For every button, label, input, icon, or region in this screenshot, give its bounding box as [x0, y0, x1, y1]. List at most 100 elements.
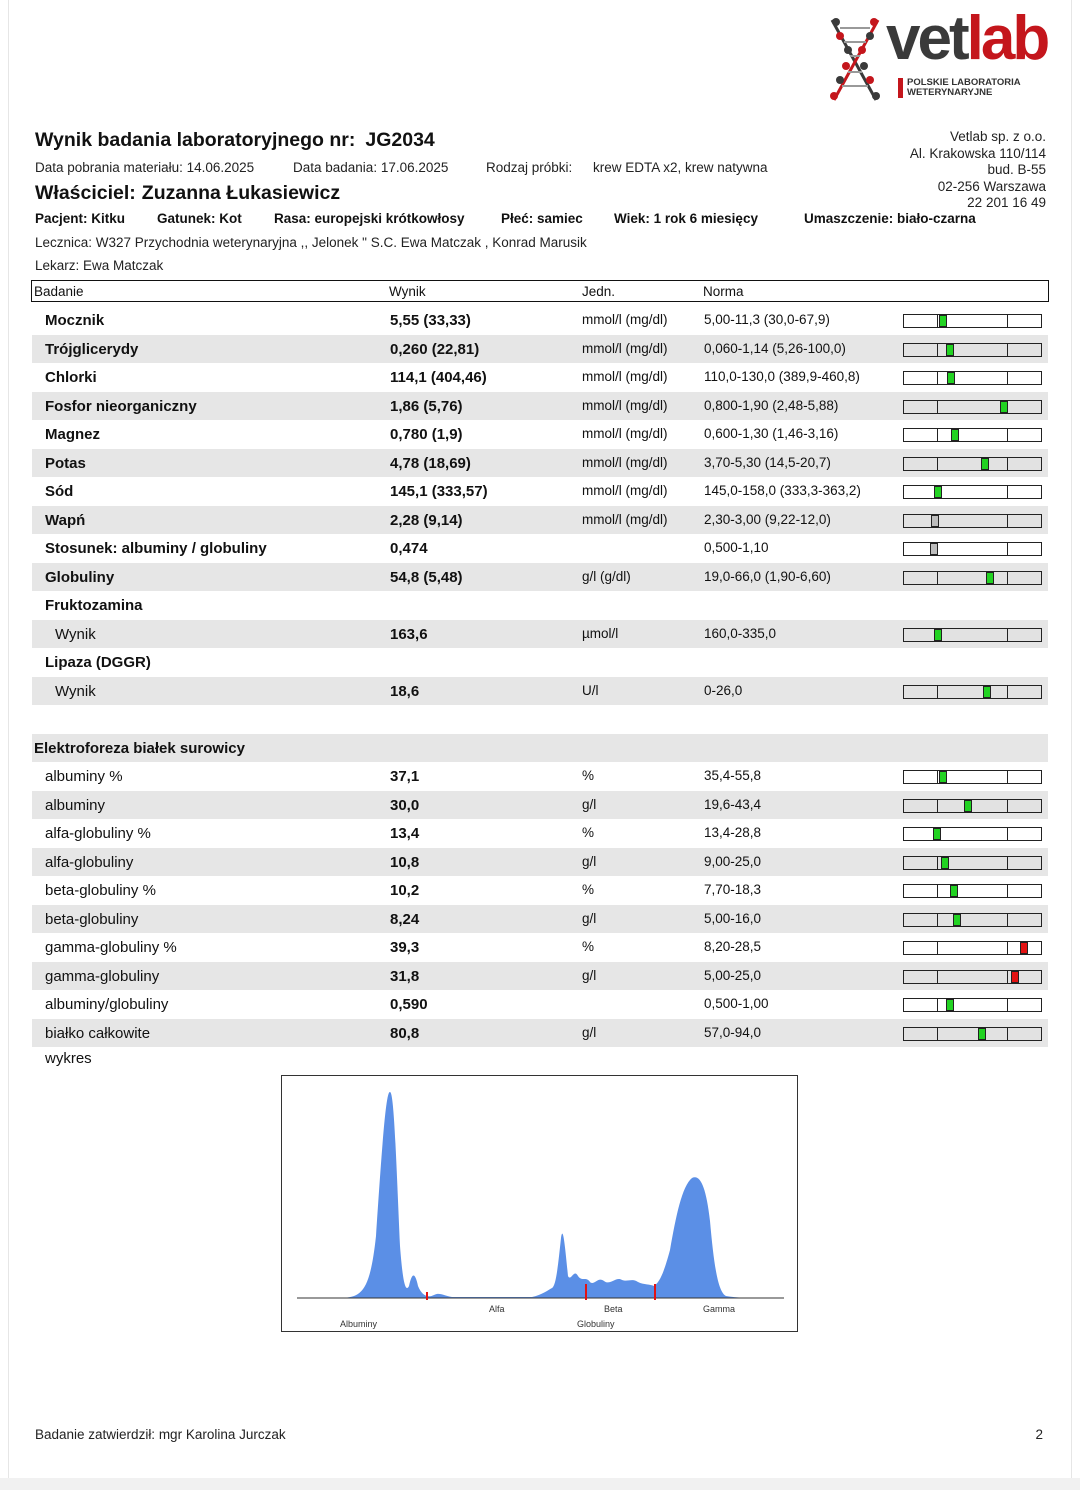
table-row: beta-globuliny 8,24 g/l 5,00-16,0: [32, 904, 1048, 933]
gauge-marker: [977, 1027, 986, 1040]
gauge-min-tick: [937, 372, 938, 384]
report-number: JG2034: [365, 129, 435, 151]
gauge-marker: [983, 685, 992, 698]
range-gauge: [903, 570, 1042, 585]
test-norm: 0,600-1,30 (1,46-3,16): [704, 426, 839, 441]
table-row: beta-globuliny % 10,2% 7,70-18,3: [32, 876, 1048, 905]
test-value: 80,8: [390, 1024, 420, 1042]
chart-title: wykres: [45, 1050, 92, 1067]
test-norm: 19,6-43,4: [704, 796, 762, 812]
test-norm: 19,0-66,0 (1,90-6,60): [704, 568, 831, 584]
test-unit: mmol/l (mg/dl): [582, 312, 668, 327]
test-value: 30,0: [390, 796, 420, 814]
test-name: Mocznik: [45, 312, 105, 329]
table-row: Chlorki 114,1 (404,46) mmol/l (mg/dl) 110,0…: [32, 363, 1048, 392]
gauge-marker: [1011, 970, 1020, 983]
table-row: Trójglicerydy 0,260 (22,81) mmol/l (mg/dl)…: [32, 334, 1048, 363]
gauge-max-tick: [1007, 885, 1008, 897]
test-norm: 8,20-28,5: [704, 939, 762, 954]
range-gauge: [903, 770, 1042, 784]
gauge-marker: [938, 771, 947, 783]
gauge-min-tick: [937, 913, 938, 926]
table-row: Potas 4,78 (18,69) mmol/l (mg/dl) 3,70-5,30…: [32, 448, 1048, 477]
gauge-min-tick: [937, 457, 938, 470]
range-gauge: [903, 941, 1042, 955]
gauge-max-tick: [1007, 685, 1008, 698]
test-value: 163,6: [390, 625, 428, 643]
gauge-min-tick: [937, 685, 938, 698]
test-name: alfa-globuliny: [45, 853, 134, 871]
gauge-marker: [945, 343, 954, 356]
test-value: 18,6: [390, 682, 420, 700]
table-row: Sód 145,1 (333,57) mmol/l (mg/dl) 145,0-158…: [32, 477, 1048, 506]
test-name: Sód: [45, 483, 74, 500]
table-row: Fruktozamina: [32, 591, 1048, 620]
range-gauge: [903, 798, 1042, 813]
logo-wordmark: vetlab: [886, 4, 1050, 73]
label-globuliny: Globuliny: [577, 1319, 615, 1329]
test-value: 114,1 (404,46): [390, 369, 487, 386]
patient-species: Gatunek: Kot: [157, 211, 242, 226]
test-value: 10,8: [390, 853, 420, 871]
test-value: 13,4: [390, 825, 420, 842]
sample-date: Data pobrania materiału: 14.06.2025: [35, 160, 255, 175]
results-table-header: Badanie Wynik Jedn. Norma: [31, 280, 1049, 302]
gauge-min-tick: [937, 400, 938, 413]
test-unit: %: [582, 825, 595, 840]
test-name: albuminy/globuliny: [45, 996, 169, 1013]
gauge-max-tick: [1007, 571, 1008, 584]
test-norm: 0,800-1,90 (2,48-5,88): [704, 397, 839, 413]
col-unit: Jedn.: [582, 284, 616, 299]
label-albuminy: Albuminy: [340, 1319, 378, 1329]
gauge-max-tick: [1007, 628, 1008, 641]
test-value: 2,28 (9,14): [390, 511, 463, 529]
gauge-marker: [933, 486, 942, 498]
test-norm: 7,70-18,3: [704, 882, 762, 897]
range-gauge: [903, 684, 1042, 699]
gauge-marker: [930, 543, 939, 555]
gauge-marker: [1000, 400, 1009, 413]
gauge-marker: [940, 856, 949, 869]
approved-by: Badanie zatwierdził: mgr Karolina Jurcza…: [35, 1427, 286, 1442]
test-norm: 0,500-1,00: [704, 996, 769, 1011]
gauge-max-tick: [1007, 999, 1008, 1011]
gauge-min-tick: [937, 429, 938, 441]
test-name: Wynik: [55, 682, 96, 700]
gauge-marker: [938, 315, 947, 327]
range-gauge: [903, 627, 1042, 642]
range-gauge: [903, 827, 1042, 841]
clinic: Lecznica: W327 Przychodnia weterynaryjna…: [35, 235, 587, 250]
test-norm: 2,30-3,00 (9,22-12,0): [704, 511, 831, 527]
col-norm: Norma: [703, 284, 744, 299]
test-name: Trójglicerydy: [45, 340, 139, 358]
electrophoresis-svg: [297, 1091, 784, 1300]
test-value: 8,24: [390, 910, 420, 928]
test-value: 37,1: [390, 768, 420, 785]
test-norm: 0-26,0: [704, 682, 743, 698]
test-value: 0,260 (22,81): [390, 340, 480, 358]
gauge-marker: [949, 885, 958, 897]
test-norm: 13,4-28,8: [704, 825, 762, 840]
gauge-max-tick: [1007, 372, 1008, 384]
patient-info: Pacjent: Kitku Gatunek: Kot Rasa: europe…: [35, 211, 1045, 229]
test-unit: mmol/l (mg/dl): [582, 426, 668, 441]
test-norm: 0,500-1,10: [704, 540, 769, 555]
patient-age: Wiek: 1 rok 6 miesięcy: [614, 211, 758, 226]
gauge-min-tick: [937, 799, 938, 812]
table-row: gamma-globuliny 31,8 g/l 5,00-25,0: [32, 961, 1048, 990]
test-name: Globuliny: [45, 568, 115, 586]
gauge-marker: [934, 628, 943, 641]
label-beta: Beta: [604, 1304, 623, 1314]
test-name: Wynik: [55, 625, 96, 643]
test-value: 0,590: [390, 996, 428, 1013]
test-name: gamma-globuliny %: [45, 939, 177, 956]
test-value: 145,1 (333,57): [390, 483, 488, 500]
gauge-marker: [986, 571, 995, 584]
test-value: 10,2: [390, 882, 420, 899]
table-row: gamma-globuliny % 39,3% 8,20-28,5: [32, 933, 1048, 962]
test-norm: 5,00-25,0: [704, 967, 762, 983]
range-gauge: [903, 456, 1042, 471]
test-date: Data badania: 17.06.2025: [293, 160, 449, 175]
table-row: Fosfor nieorganiczny 1,86 (5,76) mmol/l (m…: [32, 391, 1048, 420]
owner: Właściciel: Zuzanna Łukasiewicz: [35, 182, 341, 204]
